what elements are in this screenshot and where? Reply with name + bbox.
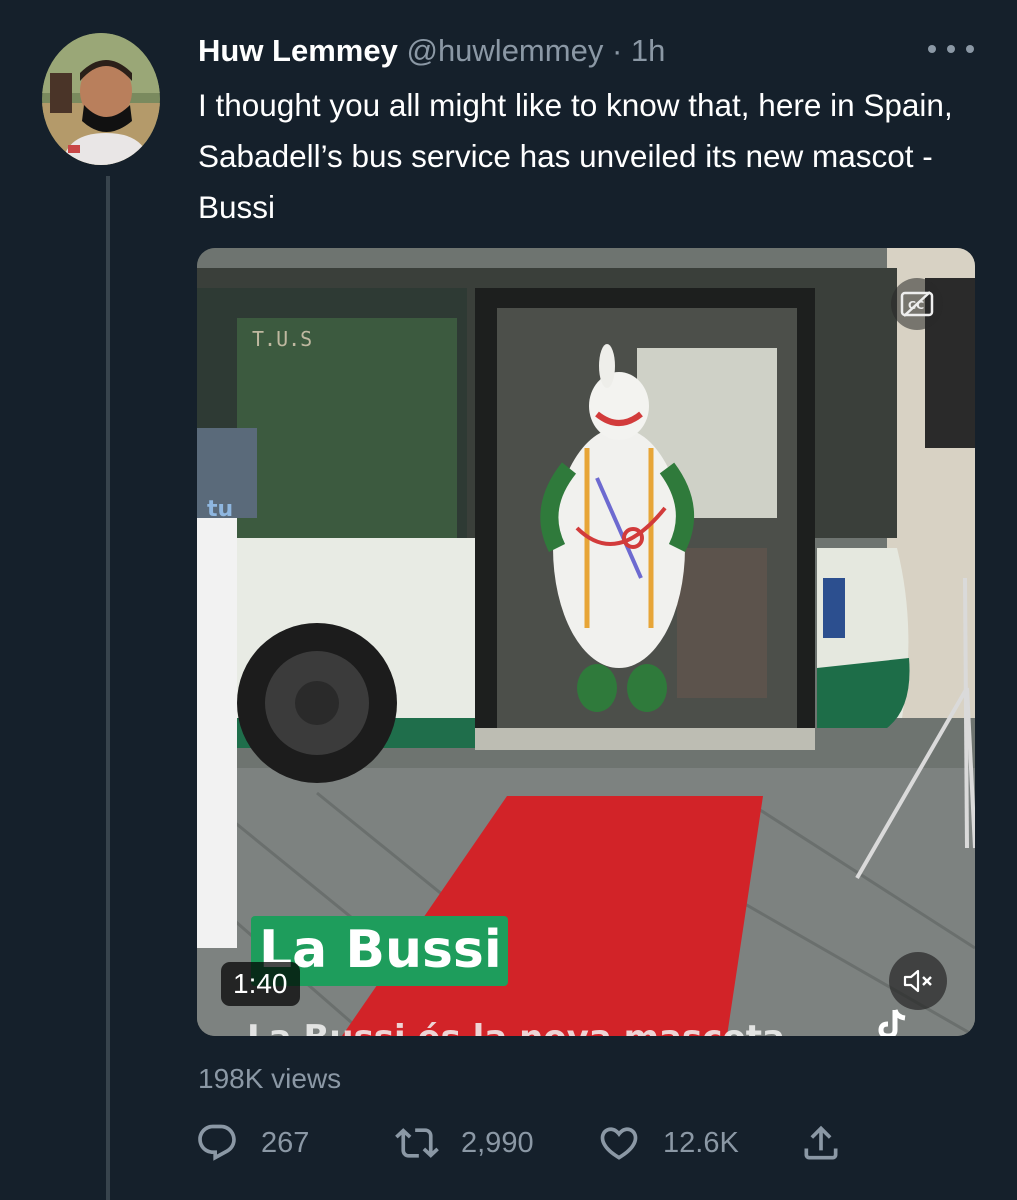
more-horizontal-icon [928,45,936,53]
reply-icon [198,1124,236,1161]
video-subcaption: La Bussi és la nova mascota [247,1018,807,1036]
author-name[interactable]: Huw Lemmey [198,33,398,68]
retweet-count: 2,990 [461,1126,534,1159]
volume-muted-icon [903,969,932,993]
retweet-icon [395,1128,439,1158]
more-options-button[interactable] [928,34,974,64]
view-count: 198K views [198,1063,342,1094]
author-handle[interactable]: @huwlemmey [406,33,603,68]
svg-text:T.U.S: T.U.S [252,327,312,351]
tweet-text: I thought you all might like to know tha… [198,87,953,225]
thread-connector-line [106,176,110,1200]
timestamp[interactable]: 1h [631,33,665,68]
reply-count: 267 [261,1126,310,1159]
separator-dot: · [611,33,623,68]
reply-button[interactable]: 267 [195,1118,309,1168]
tweet-header: Huw Lemmey @huwlemmey · 1h [198,30,665,72]
closed-captions-icon: CC [900,291,934,317]
heart-icon [600,1127,638,1160]
tiktok-logo-icon [878,1009,906,1036]
share-button[interactable] [799,1118,843,1168]
video-duration-badge: 1:40 [221,962,300,1006]
closed-captions-button[interactable]: CC [891,278,943,330]
avatar[interactable] [42,33,160,165]
retweet-button[interactable]: 2,990 [395,1118,534,1168]
share-icon [804,1125,838,1160]
mute-toggle-button[interactable] [889,952,947,1010]
like-count: 12.6K [663,1126,739,1159]
video-player[interactable]: T.U.S tu CC La Bussi La Bussi és la nova… [197,248,975,1036]
like-button[interactable]: 12.6K [597,1118,739,1168]
